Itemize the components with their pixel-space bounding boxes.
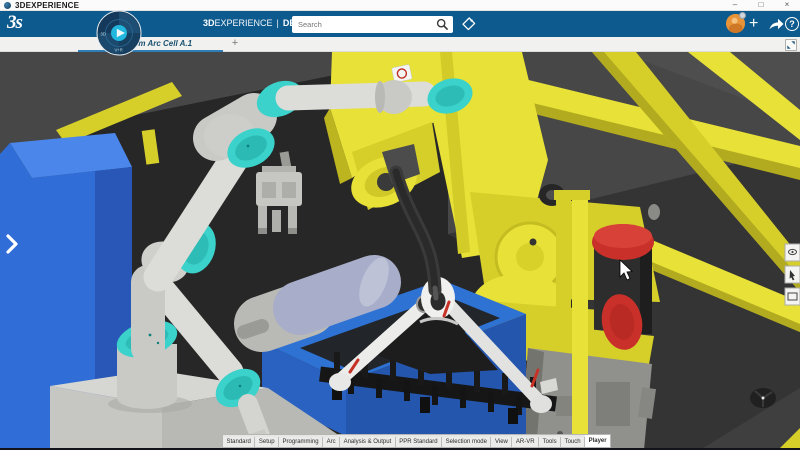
toolbar-tab[interactable]: Programming [279,437,324,447]
toolbar-tab[interactable]: Player [585,435,611,447]
search-box[interactable] [292,15,453,33]
3ds-logo[interactable]: 3s [7,12,23,34]
tag-icon[interactable] [461,16,477,32]
mini-frame-button[interactable] [784,287,800,306]
close-button[interactable]: × [774,0,800,10]
toolbar-tab[interactable]: Setup [255,437,280,447]
collapse-arrows-icon [787,40,795,49]
frame-post-front[interactable] [572,196,588,450]
notification-badge [739,12,746,19]
compass-label-3d: 3D [101,32,106,37]
viewport-expand-button[interactable] [785,38,797,51]
3dexperience-compass[interactable]: 3D V+R [96,10,142,56]
toolbar-tab[interactable]: AR-VR [512,437,540,447]
help-icon[interactable]: ? [785,16,799,31]
brand-3d: 3D [203,18,215,28]
toolbar-tab[interactable]: Arc [323,437,341,447]
compass-label-vr: V+R [115,48,123,53]
toolbar-tab[interactable]: Selection mode [442,437,492,447]
brand-experience: EXPERIENCE [214,18,273,28]
toolbar-tab[interactable]: View [491,437,513,447]
toolbar-tab[interactable]: Standard [223,437,256,447]
search-input[interactable] [292,19,436,29]
toolbar-tab[interactable]: Tools [539,437,562,447]
brand-separator: | [276,18,279,28]
window-controls: – □ × [722,0,800,10]
toolbar-tab[interactable]: PPR Standard [395,437,443,447]
search-icon[interactable] [436,18,449,31]
toolbar-tab[interactable]: Analysis & Output [340,437,396,447]
maximize-button[interactable]: □ [748,0,774,10]
toolbar-tab[interactable]: Touch [561,437,586,447]
new-tab-button[interactable]: + [228,37,242,51]
add-content-button[interactable]: + [749,12,758,36]
share-icon[interactable] [768,16,785,31]
3d-viewport[interactable] [0,52,800,450]
bottom-toolbar: Standard Setup Programming Arc Analysis & Ou… [222,434,612,448]
floor-knob[interactable] [750,388,776,408]
viewport-mini-toolbar[interactable] [784,243,800,306]
app-logo-icon [4,1,11,9]
minimize-button[interactable]: – [722,0,748,10]
window-title: 3DEXPERIENCE [15,0,80,10]
